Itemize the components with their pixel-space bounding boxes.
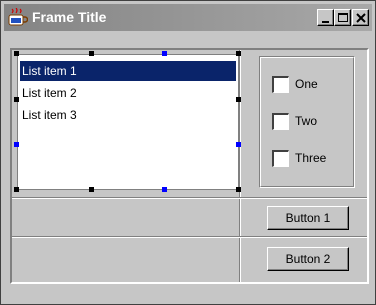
java-cup-icon	[8, 8, 28, 26]
title-bar[interactable]: Frame Title	[4, 4, 372, 31]
checkbox-label: Three	[295, 151, 327, 165]
list-box[interactable]: List item 1 List item 2 List item 3	[17, 54, 239, 190]
list-item[interactable]: List item 3	[20, 105, 236, 125]
resize-handle-right-mid[interactable]	[236, 142, 241, 147]
resize-handle-top[interactable]	[89, 51, 94, 56]
close-icon	[356, 13, 366, 23]
resize-handle-bottom[interactable]	[89, 187, 94, 192]
grid-divider-row1-light	[12, 198, 367, 199]
button-1[interactable]: Button 1	[267, 206, 349, 230]
checkbox-two[interactable]: Two	[272, 111, 317, 131]
resize-handle-bottom-left[interactable]	[14, 187, 19, 192]
resize-handle-right-upper[interactable]	[236, 97, 241, 102]
resize-handle-left-mid[interactable]	[14, 142, 19, 147]
checkbox-three[interactable]: Three	[272, 148, 326, 168]
checkbox-one[interactable]: One	[272, 74, 318, 94]
checkbox-box[interactable]	[272, 149, 289, 167]
list-item[interactable]: List item 1	[20, 61, 236, 81]
checkbox-label: One	[295, 77, 318, 91]
resize-handle-top-left[interactable]	[14, 51, 19, 56]
resize-handle-bottom-mid[interactable]	[162, 187, 167, 192]
close-button[interactable]	[352, 9, 369, 26]
grid-divider-vertical-light	[240, 50, 241, 282]
button-2[interactable]: Button 2	[267, 247, 349, 271]
resize-handle-bottom-right[interactable]	[236, 187, 241, 192]
resize-handle-top-right[interactable]	[236, 51, 241, 56]
grid-divider-row2-light	[12, 237, 367, 238]
resize-handle-left-upper[interactable]	[14, 97, 19, 102]
maximize-icon	[338, 13, 348, 22]
checkbox-box[interactable]	[272, 75, 289, 93]
maximize-button[interactable]	[334, 9, 351, 26]
window-title: Frame Title	[32, 9, 107, 25]
checkbox-label: Two	[295, 114, 318, 128]
minimize-icon	[322, 21, 329, 23]
minimize-button[interactable]	[317, 9, 334, 26]
checkbox-box[interactable]	[272, 112, 289, 130]
list-item[interactable]: List item 2	[20, 83, 236, 103]
resize-handle-top-mid[interactable]	[162, 51, 167, 56]
frame-window: Frame Title List item 1 List item 2 List	[0, 0, 376, 305]
